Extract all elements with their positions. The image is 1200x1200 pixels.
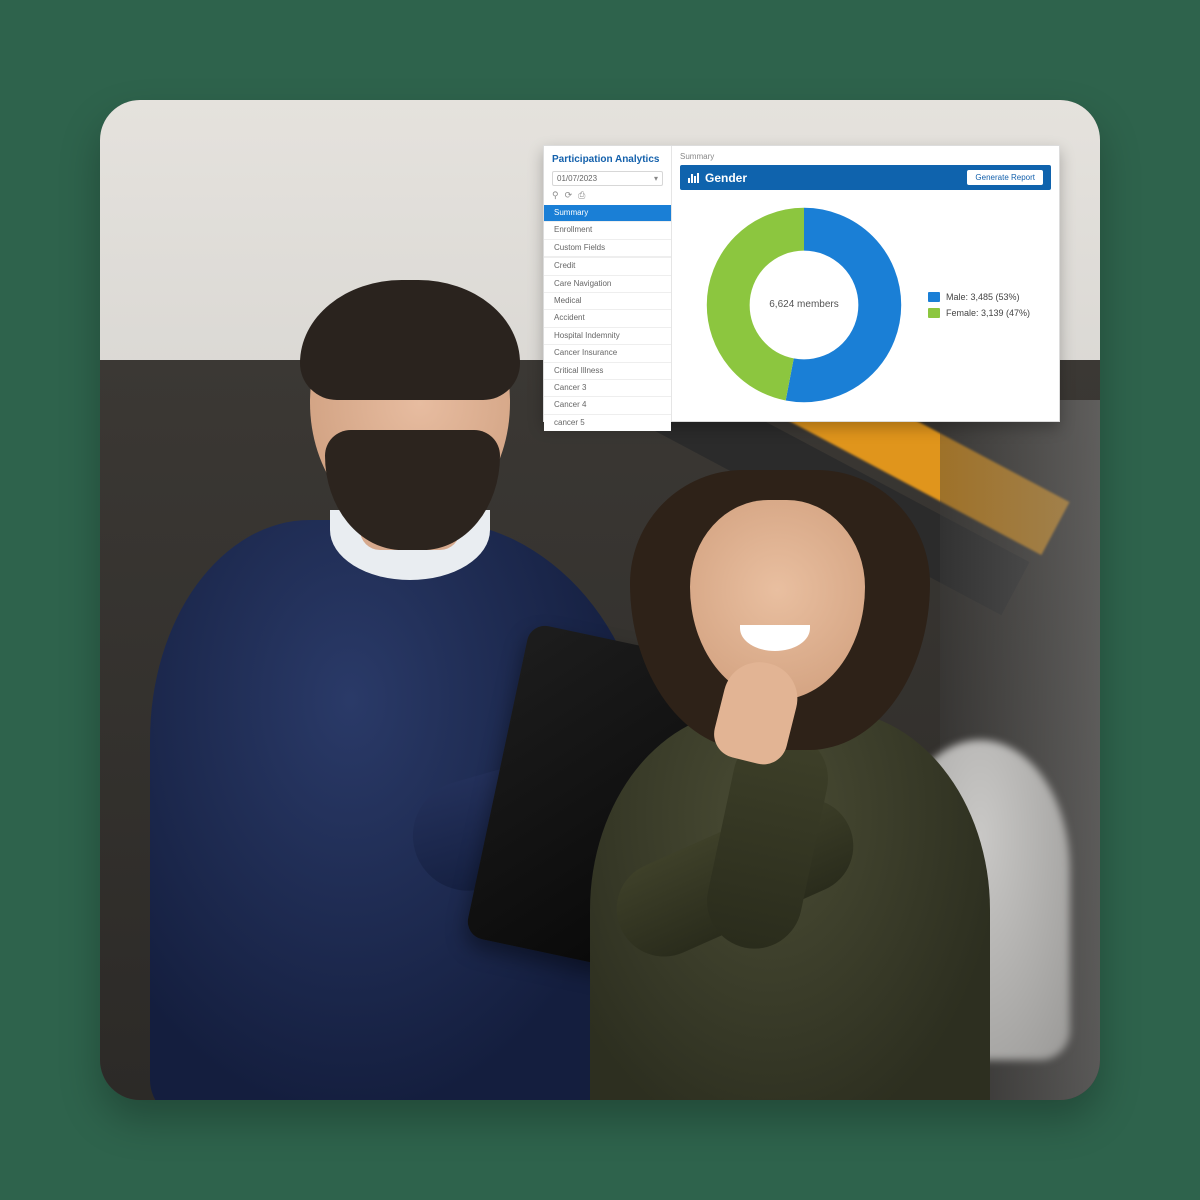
- gender-donut-chart: 6,624 members: [704, 205, 904, 405]
- bar-chart-icon: [688, 173, 699, 183]
- sidebar-item-summary[interactable]: Summary: [544, 205, 671, 221]
- man-hair: [300, 280, 520, 400]
- analytics-main: Summary Gender Generate Report 6,624 me: [672, 146, 1059, 421]
- sidebar-item-cancer-4[interactable]: Cancer 4: [544, 396, 671, 413]
- nav-primary: SummaryEnrollmentCustom Fields: [544, 205, 671, 256]
- legend-item-female: Female: 3,139 (47%): [928, 308, 1030, 318]
- date-value: 01/07/2023: [557, 174, 597, 183]
- sidebar-item-accident[interactable]: Accident: [544, 309, 671, 326]
- donut-arc-female: [728, 229, 880, 381]
- analytics-panel: Participation Analytics 01/07/2023 ▾ ⚲ ⟳…: [543, 145, 1060, 422]
- sidebar-item-critical-illness[interactable]: Critical Illness: [544, 362, 671, 379]
- print-icon[interactable]: ⎙: [578, 190, 585, 201]
- hero-card: Participation Analytics 01/07/2023 ▾ ⚲ ⟳…: [100, 100, 1100, 1100]
- legend-swatch-female: [928, 308, 940, 318]
- refresh-icon[interactable]: ⟳: [565, 190, 573, 201]
- chart-area: 6,624 members Male: 3,485 (53%) Female: …: [680, 196, 1051, 413]
- sidebar-item-cancer-5[interactable]: cancer 5: [544, 414, 671, 431]
- sidebar-item-credit[interactable]: Credit: [544, 258, 671, 274]
- sidebar-item-hospital-indemnity[interactable]: Hospital Indemnity: [544, 327, 671, 344]
- woman-figure: [570, 410, 1000, 1100]
- sidebar-item-cancer-3[interactable]: Cancer 3: [544, 379, 671, 396]
- sidebar-item-care-navigation[interactable]: Care Navigation: [544, 275, 671, 292]
- chart-legend: Male: 3,485 (53%) Female: 3,139 (47%): [928, 292, 1030, 318]
- toolbar-icons: ⚲ ⟳ ⎙: [544, 190, 671, 205]
- date-select[interactable]: 01/07/2023 ▾: [552, 171, 663, 186]
- nav-secondary: CreditCare NavigationMedicalAccidentHosp…: [544, 258, 671, 431]
- generate-report-button[interactable]: Generate Report: [967, 170, 1043, 185]
- sidebar-item-custom-fields[interactable]: Custom Fields: [544, 239, 671, 256]
- legend-label-female: Female: 3,139 (47%): [946, 308, 1030, 318]
- sidebar-item-medical[interactable]: Medical: [544, 292, 671, 309]
- gender-header: Gender Generate Report: [680, 165, 1051, 190]
- chevron-down-icon: ▾: [654, 174, 658, 183]
- legend-item-male: Male: 3,485 (53%): [928, 292, 1030, 302]
- legend-label-male: Male: 3,485 (53%): [946, 292, 1020, 302]
- sidebar-item-enrollment[interactable]: Enrollment: [544, 221, 671, 238]
- analytics-sidebar: Participation Analytics 01/07/2023 ▾ ⚲ ⟳…: [544, 146, 672, 421]
- analytics-title: Participation Analytics: [544, 152, 671, 171]
- sidebar-item-cancer-insurance[interactable]: Cancer Insurance: [544, 344, 671, 361]
- gender-title: Gender: [705, 171, 747, 185]
- breadcrumb: Summary: [680, 152, 1051, 165]
- filter-icon[interactable]: ⚲: [552, 190, 559, 201]
- legend-swatch-male: [928, 292, 940, 302]
